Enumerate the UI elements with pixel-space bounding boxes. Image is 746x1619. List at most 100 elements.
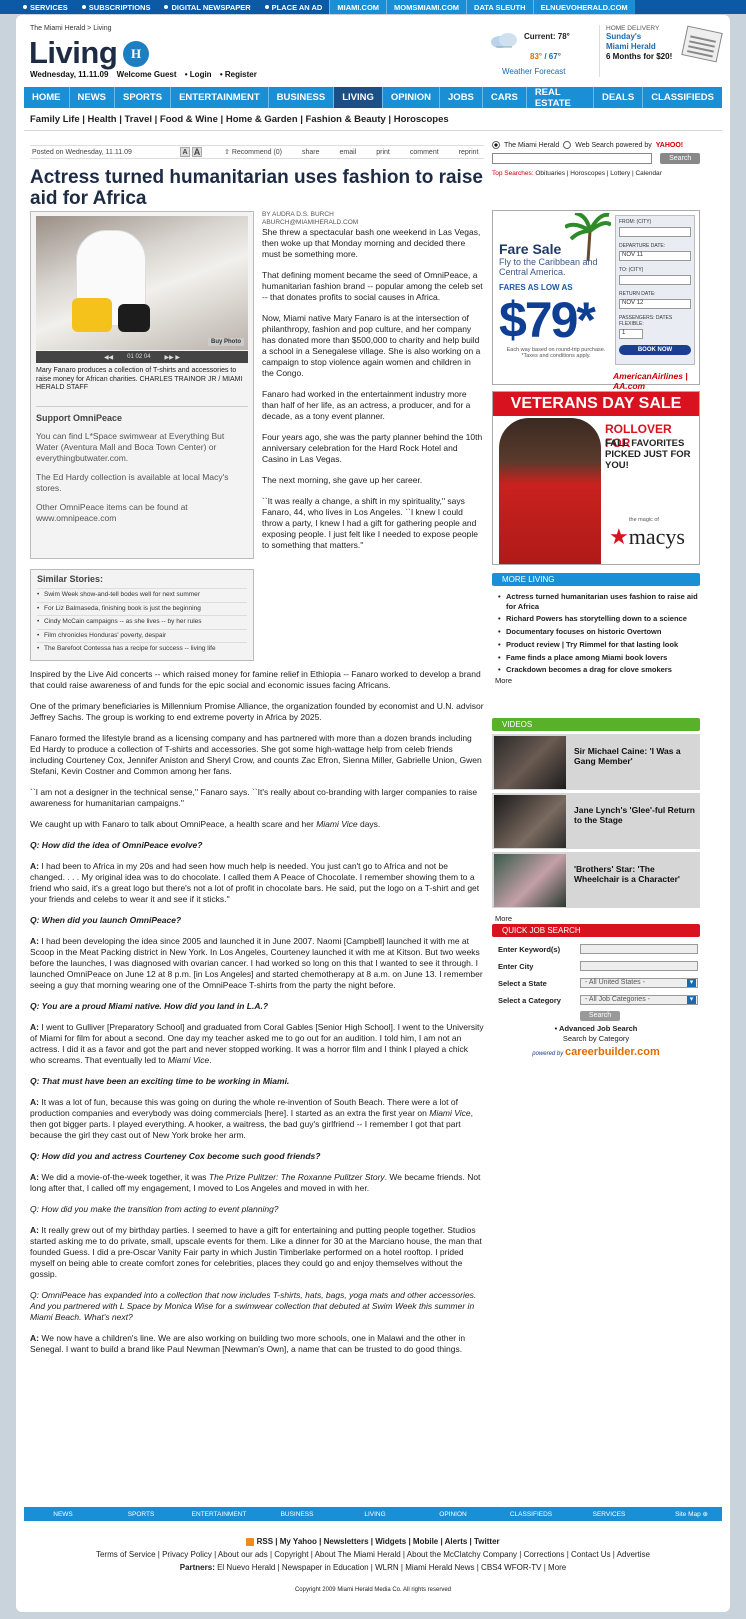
careerbuilder-logo[interactable]: powered by careerbuilder.com <box>492 1046 700 1058</box>
reprint-link[interactable]: reprint <box>459 149 479 156</box>
video-thumbnail[interactable] <box>494 854 566 907</box>
radio-herald[interactable] <box>492 141 500 149</box>
similar-story-link[interactable]: Swim Week show-and-tell bodes well for n… <box>37 588 247 602</box>
keyword-input[interactable] <box>580 944 698 954</box>
sub-nav[interactable]: Family Life | Health | Travel | Food & W… <box>30 114 449 125</box>
home-delivery-promo[interactable]: HOME DELIVERY Sunday's Miami Herald 6 Mo… <box>599 25 724 77</box>
video-title[interactable]: Sir Michael Caine: 'I Was a Gang Member' <box>574 746 696 766</box>
video-item[interactable]: 'Brothers' Star: 'The Wheelchair is a Ch… <box>492 851 700 908</box>
article-photo[interactable]: Buy Photo <box>36 216 248 350</box>
footer-nav-news[interactable]: NEWS <box>24 1511 102 1518</box>
footer-nav-services[interactable]: SERVICES <box>570 1511 648 1518</box>
similar-story-link[interactable]: Film chronicles Honduras' poverty, despa… <box>37 628 247 643</box>
nav-opinion[interactable]: OPINION <box>383 87 441 108</box>
nav-real-estate[interactable]: REAL ESTATE <box>527 87 594 109</box>
departure-date-field[interactable]: NOV 11 <box>619 251 691 261</box>
nav-sports[interactable]: SPORTS <box>115 87 172 108</box>
footer-nav-classifieds[interactable]: CLASSIFIEDS <box>492 1511 570 1518</box>
nav-news[interactable]: NEWS <box>70 87 115 108</box>
video-item[interactable]: Sir Michael Caine: 'I Was a Gang Member' <box>492 733 700 790</box>
login-link[interactable]: Login <box>190 70 212 79</box>
footer-line1[interactable]: RSS | My Yahoo | Newsletters | Widgets |… <box>16 1535 730 1548</box>
video-item[interactable]: Jane Lynch's 'Glee'-ful Return to the St… <box>492 792 700 849</box>
site-map-link[interactable]: Site Map ⊕ <box>675 1510 708 1518</box>
email-link[interactable]: email <box>340 149 357 156</box>
state-select[interactable]: - All United States - <box>580 978 698 988</box>
buy-photo-button[interactable]: Buy Photo <box>208 338 244 346</box>
nav-entertainment[interactable]: ENTERTAINMENT <box>171 87 269 108</box>
footer-nav-entertainment[interactable]: ENTERTAINMENT <box>180 1511 258 1518</box>
search-button[interactable]: Search <box>660 153 700 164</box>
video-title[interactable]: Jane Lynch's 'Glee'-ful Return to the St… <box>574 805 696 825</box>
top-searches[interactable]: Top Searches: Obituaries | Horoscopes | … <box>492 170 700 177</box>
nav-deals[interactable]: DEALS <box>594 87 644 108</box>
search-by-category-link[interactable]: Search by Category <box>492 1034 700 1043</box>
footer-nav-opinion[interactable]: OPINION <box>414 1511 492 1518</box>
share-link[interactable]: share <box>302 149 320 156</box>
site-link-moms[interactable]: MOMSMIAMI.COM <box>386 0 467 14</box>
photo-controls[interactable]: ◀◀ 01 02 04 ▶▶ ▶ <box>36 351 248 363</box>
footer-nav-living[interactable]: LIVING <box>336 1511 414 1518</box>
breadcrumb[interactable]: The Miami Herald > Living <box>30 25 112 32</box>
nav-jobs[interactable]: JOBS <box>440 87 483 108</box>
nav-cars[interactable]: CARS <box>483 87 527 108</box>
radio-web[interactable] <box>563 141 572 149</box>
category-select[interactable]: - All Job Categories - <box>580 995 698 1005</box>
american-airlines-ad[interactable]: Fare Sale Fly to the Caribbean and Centr… <box>492 210 700 391</box>
similar-story-link[interactable]: For Liz Balmaseda, finishing book is jus… <box>37 601 247 616</box>
search-input[interactable] <box>492 153 653 164</box>
print-link[interactable]: print <box>376 149 390 156</box>
from-field[interactable] <box>619 227 691 237</box>
macys-ad[interactable]: VETERANS DAY SALE ROLLOVER FOR FALL FAVO… <box>492 391 700 565</box>
play-icon[interactable]: ▶▶ ▶ <box>165 354 181 361</box>
nav-living[interactable]: LIVING <box>334 87 383 108</box>
more-living-link[interactable]: Richard Powers has storytelling down to … <box>498 614 700 624</box>
footer-line2[interactable]: Terms of Service | Privacy Policy | Abou… <box>16 1548 730 1561</box>
herald-logo-icon[interactable]: H <box>123 41 149 67</box>
register-link[interactable]: Register <box>225 70 257 79</box>
to-field[interactable] <box>619 275 691 285</box>
more-living-link[interactable]: Documentary focuses on historic Overtown <box>498 627 700 637</box>
more-link[interactable]: More <box>492 676 700 685</box>
site-link-miami[interactable]: MIAMI.COM <box>329 0 387 14</box>
similar-story-link[interactable]: The Barefoot Contessa has a recipe for s… <box>37 642 247 656</box>
rss-icon[interactable] <box>246 1537 255 1546</box>
author-email[interactable]: ABURCH@MIAMIHERALD.COM <box>262 219 484 227</box>
similar-story-link[interactable]: Cindy McCain campaigns -- as she lives -… <box>37 615 247 629</box>
more-living-link[interactable]: Fame finds a place among Miami book love… <box>498 653 700 663</box>
nav-home[interactable]: HOME <box>24 87 70 108</box>
video-title[interactable]: 'Brothers' Star: 'The Wheelchair is a Ch… <box>574 864 696 884</box>
more-link[interactable]: More <box>492 914 700 923</box>
nav-business[interactable]: BUSINESS <box>269 87 335 108</box>
video-thumbnail[interactable] <box>494 736 566 789</box>
text-smaller-button[interactable]: A <box>180 147 190 157</box>
return-date-field[interactable]: NOV 12 <box>619 299 691 309</box>
recommend-button[interactable]: ⇧ Recommend (0) <box>224 148 282 156</box>
topbar-digital-newspaper[interactable]: DIGITAL NEWSPAPER <box>157 0 257 14</box>
footer-nav-sports[interactable]: SPORTS <box>102 1511 180 1518</box>
nav-classifieds[interactable]: CLASSIFIEDS <box>643 87 722 108</box>
topbar-place-ad[interactable]: PLACE AN AD <box>258 0 330 14</box>
topbar-subscriptions[interactable]: SUBSCRIPTIONS <box>75 0 158 14</box>
passengers-field[interactable]: 1 <box>619 329 643 339</box>
more-living-link[interactable]: Product review | Try Rimmel for that las… <box>498 640 700 650</box>
comment-link[interactable]: comment <box>410 149 439 156</box>
site-link-datasleuth[interactable]: DATA SLEUTH <box>466 0 533 14</box>
topbar-services[interactable]: SERVICES <box>16 0 75 14</box>
city-input[interactable] <box>580 961 698 971</box>
more-living-link[interactable]: Actress turned humanitarian uses fashion… <box>498 592 700 611</box>
more-living-link[interactable]: Crackdown becomes a drag for clove smoke… <box>498 665 700 675</box>
weather-widget[interactable]: Current: 78° 83° / 67° Weather Forecast <box>484 25 596 77</box>
advanced-job-search-link[interactable]: • Advanced Job Search <box>492 1024 700 1033</box>
weather-forecast-link[interactable]: Weather Forecast <box>502 67 565 76</box>
site-link-elnuevo[interactable]: ELNUEVOHERALD.COM <box>532 0 635 14</box>
photo-bag <box>72 298 112 332</box>
video-thumbnail[interactable] <box>494 795 566 848</box>
footer-partners[interactable]: Partners: El Nuevo Herald | Newspaper in… <box>16 1561 730 1574</box>
footer-nav-business[interactable]: BUSINESS <box>258 1511 336 1518</box>
text-larger-button[interactable]: A <box>192 147 202 157</box>
job-search-button[interactable]: Search <box>580 1011 620 1021</box>
photo-pages[interactable]: 01 02 04 <box>127 354 150 360</box>
book-now-button[interactable]: BOOK NOW <box>619 345 691 355</box>
prev-icon[interactable]: ◀◀ <box>104 354 113 361</box>
